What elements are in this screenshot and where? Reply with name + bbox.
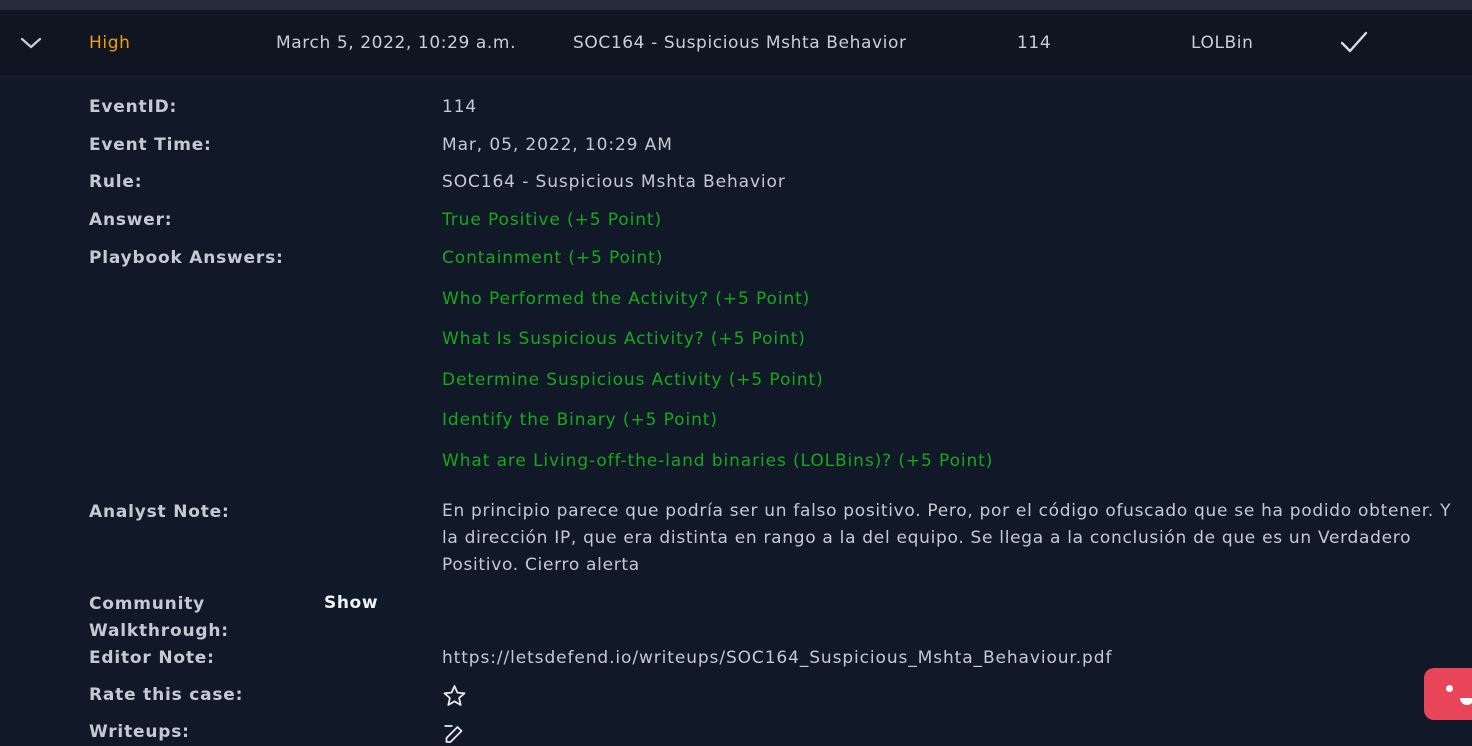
playbook-answer: Who Performed the Activity? (+5 Point) xyxy=(442,289,811,309)
event-id-value: 114 xyxy=(442,97,478,117)
alert-date: March 5, 2022, 10:29 a.m. xyxy=(276,33,517,53)
playbook-answer: What are Living-off-the-land binaries (L… xyxy=(442,451,994,471)
playbook-answer: Containment (+5 Point) xyxy=(442,248,664,268)
event-time-value: Mar, 05, 2022, 10:29 AM xyxy=(442,135,673,155)
severity-badge: High xyxy=(89,33,131,53)
playbook-answers-label: Playbook Answers: xyxy=(89,248,284,268)
answer-label: Answer: xyxy=(89,210,173,230)
chat-smile-icon xyxy=(1460,698,1472,705)
top-bar xyxy=(0,0,1472,10)
alert-type: LOLBin xyxy=(1191,33,1254,53)
rule-label: Rule: xyxy=(89,172,143,192)
playbook-answer: Determine Suspicious Activity (+5 Point) xyxy=(442,370,824,390)
chat-eye-icon xyxy=(1446,685,1453,692)
event-time-label: Event Time: xyxy=(89,135,212,155)
chat-widget-button[interactable] xyxy=(1424,668,1472,720)
chevron-down-icon[interactable] xyxy=(19,32,43,54)
alert-row[interactable]: High March 5, 2022, 10:29 a.m. SOC164 - … xyxy=(0,10,1472,77)
editor-note-label: Editor Note: xyxy=(89,648,215,668)
check-icon xyxy=(1340,31,1368,53)
community-show-button[interactable]: Show xyxy=(324,593,378,613)
star-icon[interactable] xyxy=(442,684,467,708)
alert-details-panel: EventID: 114 Event Time: Mar, 05, 2022, … xyxy=(0,77,1472,743)
event-id-label: EventID: xyxy=(89,97,178,117)
answer-value: True Positive (+5 Point) xyxy=(442,210,662,230)
writeups-label: Writeups: xyxy=(89,722,190,742)
alert-event-id: 114 xyxy=(1017,33,1052,53)
community-walkthrough-label: Community xyxy=(89,594,206,614)
alert-rule: SOC164 - Suspicious Mshta Behavior xyxy=(573,33,907,53)
rate-case-label: Rate this case: xyxy=(89,685,244,705)
edit-icon[interactable] xyxy=(442,722,467,746)
editor-note-link[interactable]: https://letsdefend.io/writeups/SOC164_Su… xyxy=(442,648,1112,668)
community-walkthrough-label-2: Walkthrough: xyxy=(89,621,229,641)
rule-value: SOC164 - Suspicious Mshta Behavior xyxy=(442,172,786,192)
playbook-answer: Identify the Binary (+5 Point) xyxy=(442,410,718,430)
playbook-answer: What Is Suspicious Activity? (+5 Point) xyxy=(442,329,806,349)
analyst-note-value: En principio parece que podría ser un fa… xyxy=(442,501,1452,575)
analyst-note-label: Analyst Note: xyxy=(89,502,230,522)
